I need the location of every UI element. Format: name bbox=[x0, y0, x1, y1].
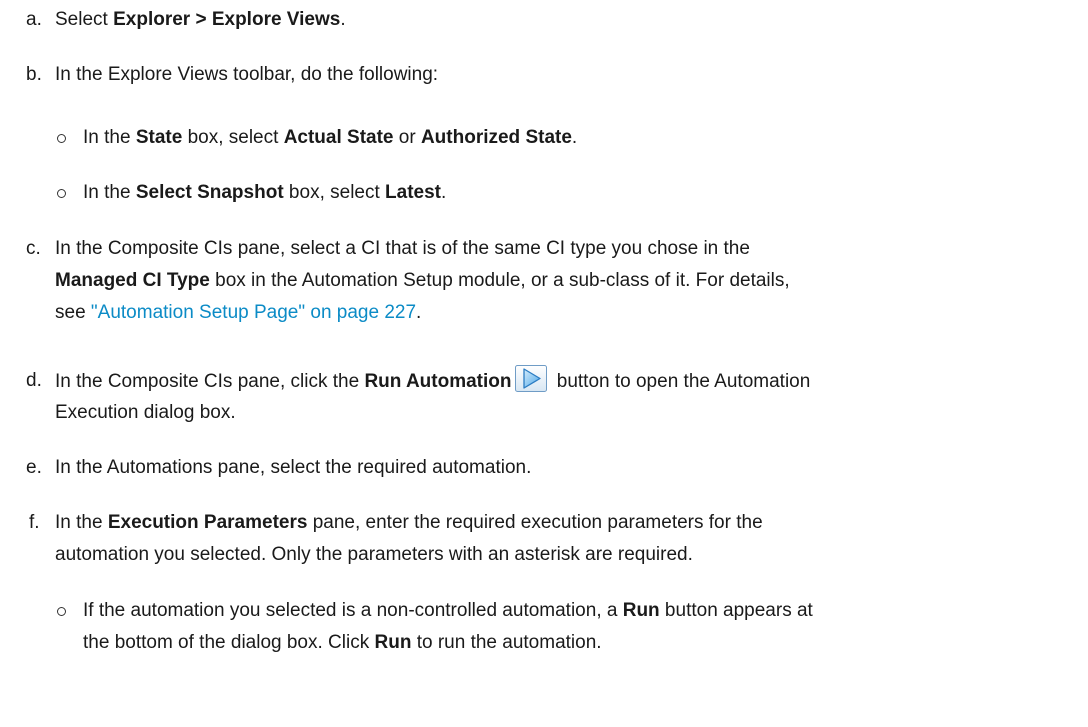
text-run: . bbox=[441, 182, 447, 203]
text-run: the bottom of the dialog box. Click bbox=[83, 632, 375, 653]
bullet-icon bbox=[57, 134, 66, 143]
step-marker: b. bbox=[26, 64, 42, 85]
step-f-sub1-line1: If the automation you selected is a non-… bbox=[83, 595, 813, 627]
text-run: If the automation you selected is a non-… bbox=[83, 600, 623, 621]
step-d: d. bbox=[26, 365, 42, 397]
step-f-sub1-line2: the bottom of the dialog box. Click Run … bbox=[83, 627, 602, 659]
step-marker: f. bbox=[29, 512, 40, 533]
step-f: f. bbox=[29, 507, 40, 539]
step-e: e. bbox=[26, 452, 42, 484]
step-a: a. bbox=[26, 4, 42, 36]
text-run: or bbox=[393, 127, 421, 148]
text-run: In the bbox=[83, 182, 136, 203]
text-run: In the bbox=[83, 127, 136, 148]
bold-term: Latest bbox=[385, 182, 442, 203]
text-run: box, select bbox=[283, 182, 386, 203]
bullet-icon bbox=[57, 607, 66, 616]
bold-term: Managed CI Type bbox=[55, 270, 210, 291]
step-marker: d. bbox=[26, 370, 42, 391]
step-marker: a. bbox=[26, 9, 42, 30]
bold-term: Authorized State bbox=[420, 127, 572, 148]
automation-setup-page-link[interactable]: "Automation Setup Page" on page 227 bbox=[91, 302, 416, 323]
bold-term: Run Automation bbox=[364, 371, 512, 392]
step-b: b. bbox=[26, 59, 42, 91]
step-c-line2: Managed CI Type box in the Automation Se… bbox=[55, 265, 790, 297]
text-run: Select bbox=[55, 9, 114, 30]
step-d-line2: Execution dialog box. bbox=[55, 402, 236, 423]
bold-term: State bbox=[135, 127, 183, 148]
step-c-line3: see "Automation Setup Page" on page 227. bbox=[55, 297, 421, 329]
step-marker: e. bbox=[26, 457, 42, 478]
text-run: box in the Automation Setup module, or a… bbox=[209, 270, 790, 291]
text-run: pane, enter the required execution param… bbox=[307, 512, 763, 533]
text-run: . bbox=[340, 9, 346, 30]
step-d-line1: In the Composite CIs pane, click the Run… bbox=[55, 365, 810, 398]
run-automation-icon bbox=[515, 365, 548, 392]
text-run: In the bbox=[55, 512, 108, 533]
text-run: button to open the Automation bbox=[551, 371, 811, 392]
text-run: . bbox=[416, 302, 422, 323]
step-b-text: In the Explore Views toolbar, do the fol… bbox=[55, 64, 439, 85]
text-run: to run the automation. bbox=[411, 632, 602, 653]
step-b-sub1: In the State box, select Actual State or… bbox=[83, 122, 577, 154]
bold-term: Run bbox=[374, 632, 412, 653]
bold-term: Select Snapshot bbox=[135, 182, 284, 203]
step-a-text: Select Explorer > Explore Views. bbox=[55, 4, 346, 36]
menu-path: Explorer > Explore Views bbox=[113, 9, 341, 30]
text-run: box, select bbox=[182, 127, 284, 148]
text-run: button appears at bbox=[659, 600, 813, 621]
bold-term: Actual State bbox=[283, 127, 394, 148]
text-run: . bbox=[571, 127, 578, 148]
bullet-icon bbox=[57, 189, 66, 198]
document-page: { "steps": { "a": { "marker": "a.", "t1"… bbox=[0, 0, 1088, 727]
text-run: In the Composite CIs pane, click the bbox=[55, 371, 365, 392]
step-e-text: In the Automations pane, select the requ… bbox=[55, 457, 532, 478]
step-f-line2: automation you selected. Only the parame… bbox=[55, 544, 693, 565]
bold-term: Run bbox=[622, 600, 660, 621]
text-run: see bbox=[55, 302, 91, 323]
step-b-sub2: In the Select Snapshot box, select Lates… bbox=[83, 177, 446, 209]
step-f-line1: In the Execution Parameters pane, enter … bbox=[55, 507, 763, 539]
step-marker: c. bbox=[26, 238, 41, 259]
bold-term: Execution Parameters bbox=[107, 512, 308, 533]
step-c: c. bbox=[26, 233, 41, 265]
step-c-line1: In the Composite CIs pane, select a CI t… bbox=[55, 238, 750, 259]
